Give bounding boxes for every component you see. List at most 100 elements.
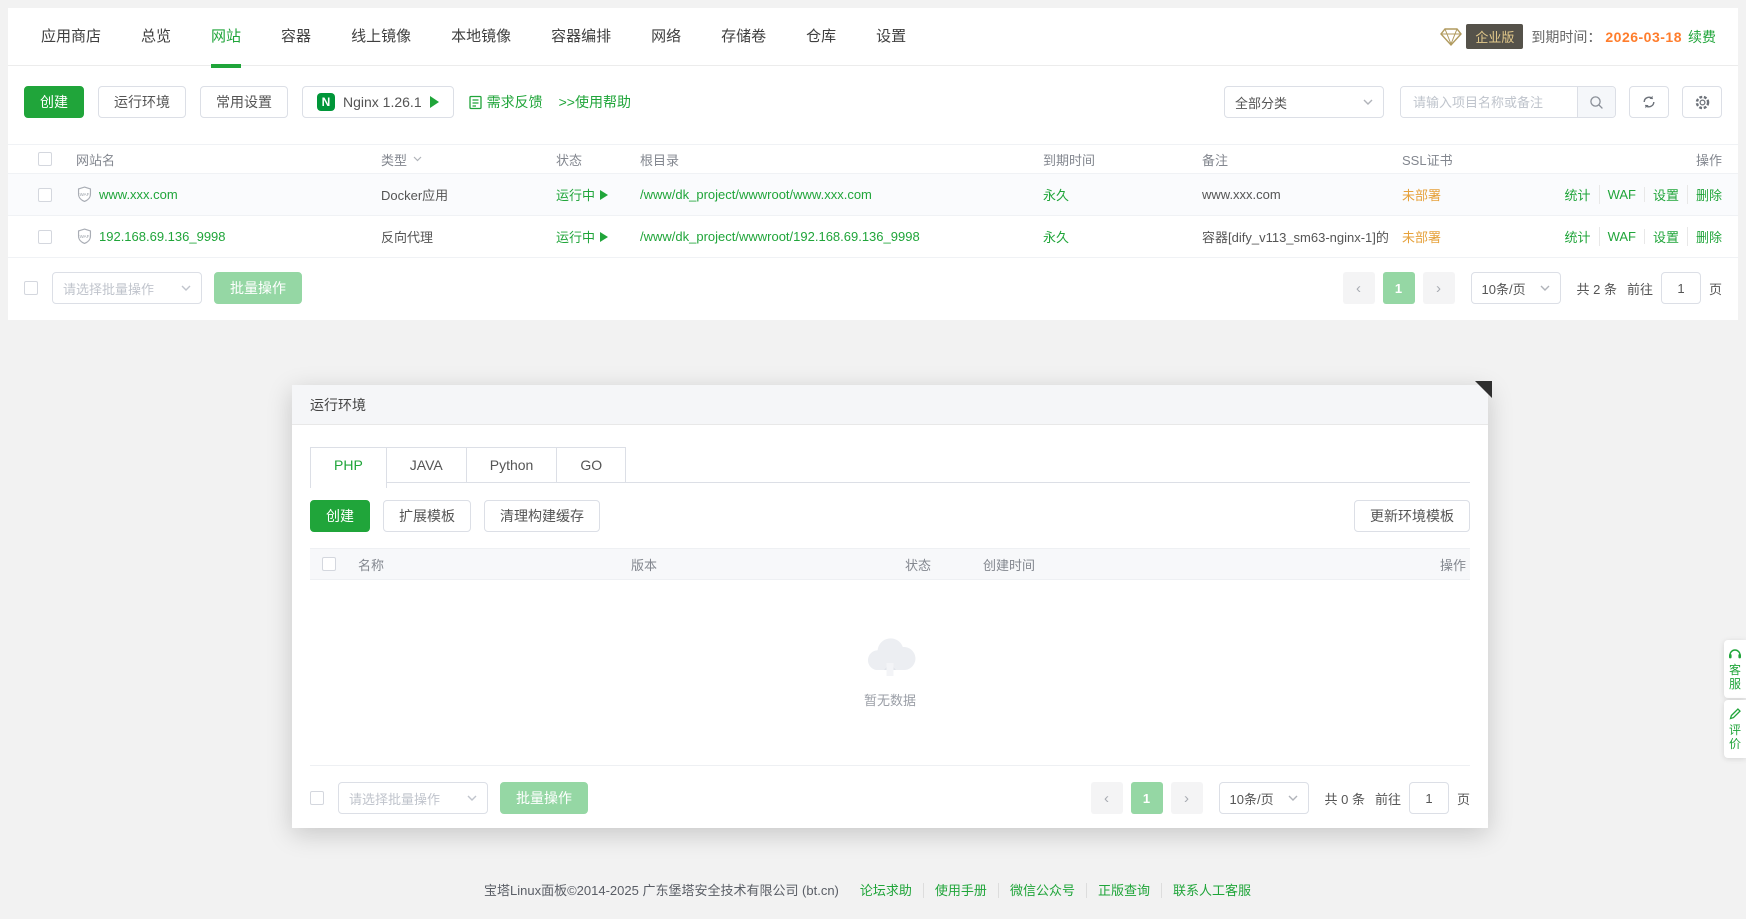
env-col-status: 状态 xyxy=(891,555,969,574)
op-settings-link[interactable]: 设置 xyxy=(1645,185,1688,204)
env-batch-select-all-checkbox[interactable] xyxy=(310,791,324,805)
footer-forum-link[interactable]: 论坛求助 xyxy=(849,883,923,898)
tab-go[interactable]: GO xyxy=(556,447,626,483)
op-settings-link[interactable]: 设置 xyxy=(1645,227,1688,246)
op-delete-link[interactable]: 删除 xyxy=(1688,227,1722,246)
op-stats-link[interactable]: 统计 xyxy=(1557,227,1600,246)
site-type: 反向代理 xyxy=(367,227,542,246)
site-remark[interactable]: www.xxx.com xyxy=(1202,187,1281,202)
env-per-page-select[interactable]: 10条/页 xyxy=(1219,782,1309,814)
op-waf-link[interactable]: WAF xyxy=(1600,187,1645,202)
site-root-link[interactable]: /www/dk_project/wwwroot/www.xxx.com xyxy=(640,187,872,202)
svg-text:WAF: WAF xyxy=(80,192,90,197)
page-footer: 宝塔Linux面板©2014-2025 广东堡塔安全技术有限公司 (bt.cn)… xyxy=(0,880,1746,899)
refresh-button[interactable] xyxy=(1629,86,1669,118)
nav-tab-settings[interactable]: 设置 xyxy=(876,8,906,66)
site-expire[interactable]: 永久 xyxy=(1043,185,1069,204)
footer-license-check-link[interactable]: 正版查询 xyxy=(1086,883,1161,898)
env-create-button[interactable]: 创建 xyxy=(310,500,370,532)
chevron-down-icon xyxy=(181,285,191,291)
page-1-button[interactable]: 1 xyxy=(1383,272,1415,304)
nav-tab-website[interactable]: 网站 xyxy=(211,8,241,66)
runtime-env-button[interactable]: 运行环境 xyxy=(98,86,186,118)
help-link[interactable]: >>使用帮助 xyxy=(559,92,631,112)
col-ssl: SSL证书 xyxy=(1388,150,1538,169)
footer-contact-support-link[interactable]: 联系人工客服 xyxy=(1161,883,1262,898)
ssl-status[interactable]: 未部署 xyxy=(1402,227,1441,246)
site-status[interactable]: 运行中 xyxy=(556,227,608,246)
renew-link[interactable]: 续费 xyxy=(1688,27,1716,47)
row-checkbox[interactable] xyxy=(38,188,52,202)
select-all-checkbox[interactable] xyxy=(38,152,52,166)
nav-tab-online-images[interactable]: 线上镜像 xyxy=(351,8,411,66)
op-delete-link[interactable]: 删除 xyxy=(1688,185,1722,204)
site-name-link[interactable]: 192.168.69.136_9998 xyxy=(99,229,226,244)
feedback-link[interactable]: 需求反馈 xyxy=(468,92,543,112)
status-label: 运行中 xyxy=(556,227,595,246)
site-root-link[interactable]: /www/dk_project/wwwroot/192.168.69.136_9… xyxy=(640,229,920,244)
env-tabs: PHP JAVA Python GO xyxy=(310,447,1470,483)
nav-tab-overview[interactable]: 总览 xyxy=(141,8,171,66)
modal-corner-fold-icon[interactable] xyxy=(1475,381,1492,398)
env-col-name: 名称 xyxy=(344,555,617,574)
customer-service-widget[interactable]: 客服 xyxy=(1724,640,1746,698)
nav-tab-registry[interactable]: 仓库 xyxy=(806,8,836,66)
nav-tab-local-images[interactable]: 本地镜像 xyxy=(451,8,511,66)
expire-label: 到期时间： xyxy=(1531,27,1601,47)
settings-button[interactable] xyxy=(1682,86,1722,118)
prev-page-button[interactable]: ‹ xyxy=(1343,272,1375,304)
footer-manual-link[interactable]: 使用手册 xyxy=(923,883,998,898)
review-widget[interactable]: 评价 xyxy=(1724,700,1746,758)
status-label: 运行中 xyxy=(556,185,595,204)
update-env-template-button[interactable]: 更新环境模板 xyxy=(1354,500,1470,532)
env-table-header: 名称 版本 状态 创建时间 操作 xyxy=(310,548,1470,580)
toolbar-left: 创建 运行环境 常用设置 N Nginx 1.26.1 需求反馈 >>使用帮助 xyxy=(24,86,631,118)
batch-select-all-checkbox[interactable] xyxy=(24,281,38,295)
webserver-button[interactable]: N Nginx 1.26.1 xyxy=(302,86,454,118)
footer-wechat-link[interactable]: 微信公众号 xyxy=(998,883,1086,898)
top-navbar: 应用商店 总览 网站 容器 线上镜像 本地镜像 容器编排 网络 存储卷 仓库 设… xyxy=(8,8,1738,66)
env-batch-apply-button[interactable]: 批量操作 xyxy=(500,782,588,814)
site-remark[interactable]: 容器[dify_v113_sm63-nginx-1]的 xyxy=(1202,227,1388,246)
next-page-button[interactable]: › xyxy=(1423,272,1455,304)
clean-build-cache-button[interactable]: 清理构建缓存 xyxy=(484,500,600,532)
per-page-select[interactable]: 10条/页 xyxy=(1471,272,1561,304)
tab-python[interactable]: Python xyxy=(466,447,558,483)
nav-tab-volumes[interactable]: 存储卷 xyxy=(721,8,766,66)
svg-text:WAF: WAF xyxy=(80,234,90,239)
search-input[interactable] xyxy=(1401,87,1577,117)
create-site-button[interactable]: 创建 xyxy=(24,86,84,118)
diamond-icon xyxy=(1440,27,1462,47)
site-status[interactable]: 运行中 xyxy=(556,185,608,204)
nav-tab-network[interactable]: 网络 xyxy=(651,8,681,66)
env-page-1-button[interactable]: 1 xyxy=(1131,782,1163,814)
waf-shield-icon: WAF xyxy=(76,228,93,245)
tab-java[interactable]: JAVA xyxy=(386,447,467,483)
site-expire[interactable]: 永久 xyxy=(1043,227,1069,246)
search-button[interactable] xyxy=(1577,87,1615,117)
op-waf-link[interactable]: WAF xyxy=(1600,229,1645,244)
extend-template-button[interactable]: 扩展模板 xyxy=(383,500,471,532)
col-type[interactable]: 类型 xyxy=(367,150,542,169)
chevron-down-icon xyxy=(467,795,477,801)
site-name-link[interactable]: www.xxx.com xyxy=(99,187,178,202)
env-batch-action-select[interactable]: 请选择批量操作 xyxy=(338,782,488,814)
env-goto-page-input[interactable] xyxy=(1409,782,1449,814)
batch-apply-button[interactable]: 批量操作 xyxy=(214,272,302,304)
running-play-icon xyxy=(600,190,608,200)
row-checkbox[interactable] xyxy=(38,230,52,244)
nav-tab-app-store[interactable]: 应用商店 xyxy=(41,8,101,66)
common-settings-button[interactable]: 常用设置 xyxy=(200,86,288,118)
env-select-all-checkbox[interactable] xyxy=(322,557,336,571)
batch-action-select[interactable]: 请选择批量操作 xyxy=(52,272,202,304)
env-prev-page-button[interactable]: ‹ xyxy=(1091,782,1123,814)
tab-php[interactable]: PHP xyxy=(310,447,387,488)
goto-page-input[interactable] xyxy=(1661,272,1701,304)
row-operations: 统计 WAF 设置 删除 xyxy=(1538,227,1738,246)
category-select[interactable]: 全部分类 xyxy=(1224,86,1384,118)
ssl-status[interactable]: 未部署 xyxy=(1402,185,1441,204)
nav-tab-compose[interactable]: 容器编排 xyxy=(551,8,611,66)
env-next-page-button[interactable]: › xyxy=(1171,782,1203,814)
op-stats-link[interactable]: 统计 xyxy=(1557,185,1600,204)
nav-tab-container[interactable]: 容器 xyxy=(281,8,311,66)
